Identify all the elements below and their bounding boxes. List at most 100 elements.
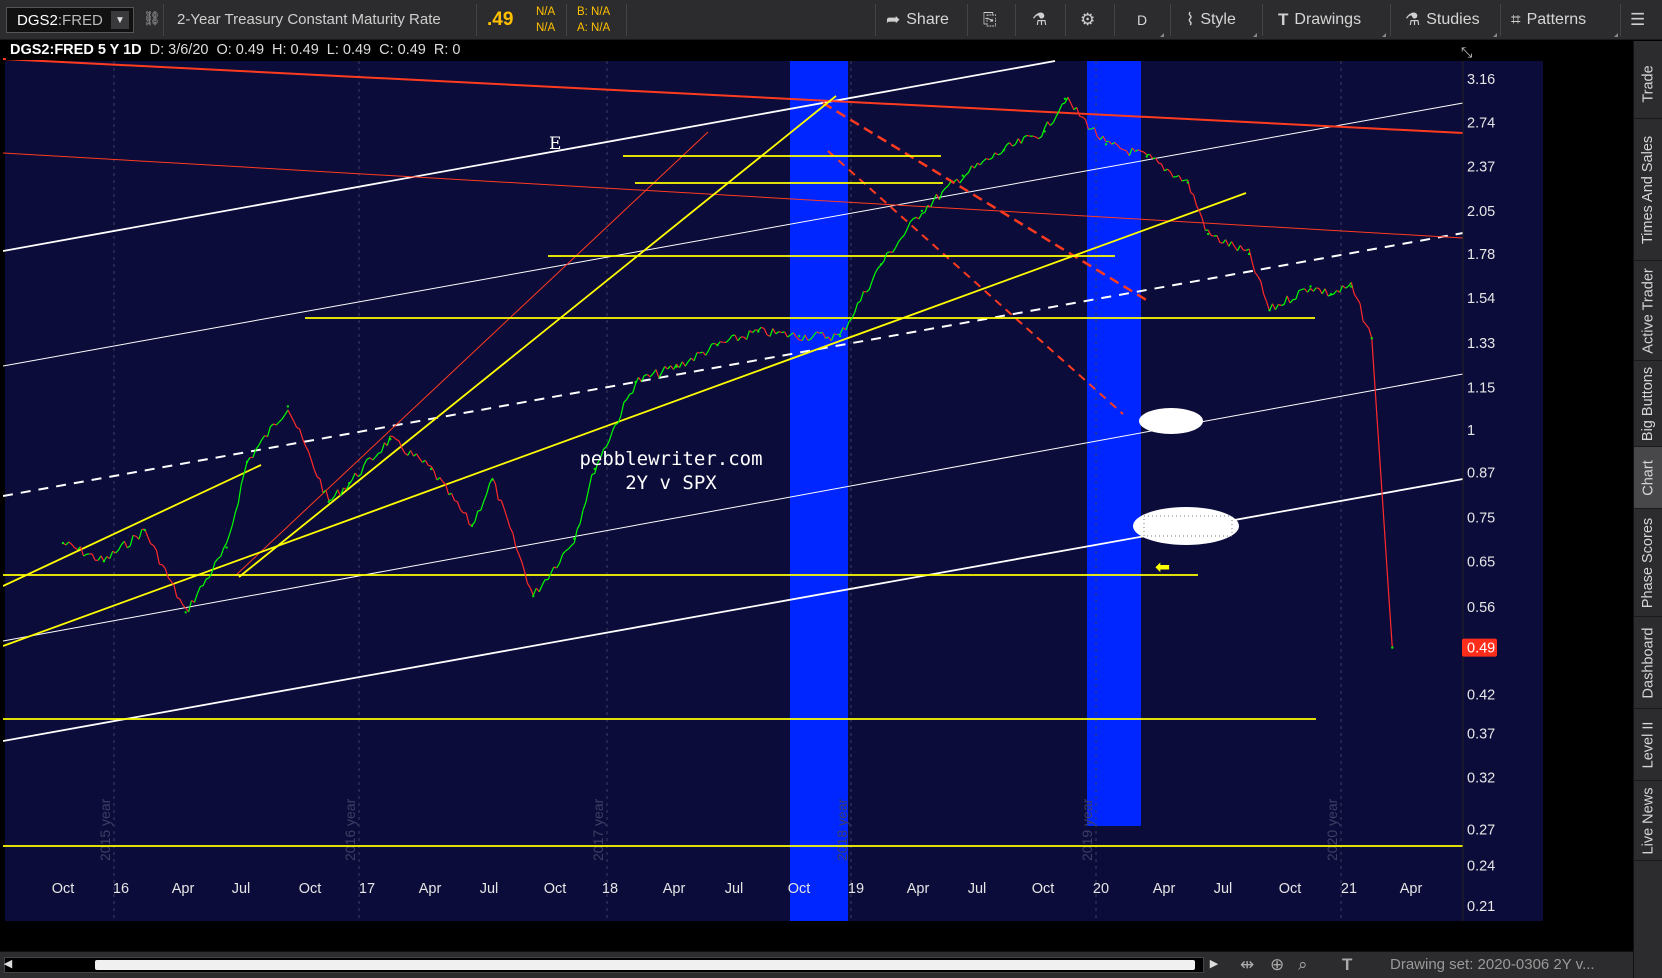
toolbar-divider xyxy=(476,4,477,36)
price-bar xyxy=(755,329,759,332)
price-bar xyxy=(1210,234,1215,237)
year-label: 2017 year xyxy=(590,798,606,861)
flask-button[interactable]: ⚗ xyxy=(1032,0,1047,40)
price-bar xyxy=(1316,287,1320,290)
price-point xyxy=(61,541,65,545)
horizontal-scrollbar[interactable] xyxy=(4,957,1204,973)
share-label: Share xyxy=(906,11,949,28)
price-point xyxy=(532,594,535,598)
label-e: E xyxy=(549,134,561,154)
x-tick-label: Oct xyxy=(788,881,811,897)
y-tick-label: 0.32 xyxy=(1467,771,1495,787)
patterns-label: Patterns xyxy=(1526,11,1587,28)
style-button[interactable]: ⌇ Style xyxy=(1186,0,1236,40)
price-point xyxy=(838,334,842,338)
sidebar-tab-trade[interactable]: Trade xyxy=(1634,49,1662,119)
y-tick-label: 0.87 xyxy=(1467,465,1495,481)
share-icon: ➦ xyxy=(886,10,901,29)
info-high: H: 0.49 xyxy=(272,42,319,58)
price-point xyxy=(429,467,433,471)
x-tick-label: Oct xyxy=(299,881,322,897)
chart-panel[interactable]: 2015 year 2016 year 2017 year 2018 year 2019… xyxy=(3,41,1633,951)
price-bar xyxy=(1219,241,1223,244)
y-tick-label: 0.24 xyxy=(1467,858,1495,874)
sidebar-tab-phase-scores[interactable]: Phase Scores xyxy=(1634,509,1662,617)
price-chart[interactable]: 2015 year 2016 year 2017 year 2018 year 2019… xyxy=(3,41,1633,951)
price-point xyxy=(389,438,392,441)
y-tick-label: 1.78 xyxy=(1467,247,1495,263)
toolbar-divider xyxy=(875,4,876,36)
price-point xyxy=(1002,149,1005,152)
price-point xyxy=(757,330,760,333)
symbol-selector[interactable]: DGS2:FRED ▼ xyxy=(6,7,134,33)
list-menu-icon: ☰ xyxy=(1630,10,1646,29)
x-tick-label: Jul xyxy=(1214,881,1233,897)
zoom-icon[interactable]: ⌕ xyxy=(1298,955,1308,975)
toolbar-divider xyxy=(967,4,968,36)
snapshot-button[interactable]: ⎘ xyxy=(983,0,997,40)
x-tick-label: Apr xyxy=(907,881,930,897)
sidebar-tab-dashboard[interactable]: Dashboard xyxy=(1634,617,1662,709)
aggregation-button[interactable]: D xyxy=(1137,0,1147,40)
price-bar xyxy=(1123,149,1127,152)
ellipse-annotation[interactable] xyxy=(1133,507,1239,545)
toolbar-divider xyxy=(163,4,164,36)
x-tick-label: 20 xyxy=(1093,881,1109,897)
price-bar xyxy=(1079,115,1083,118)
expand-icon[interactable]: ⇹ xyxy=(1240,955,1254,975)
toolbar-divider xyxy=(626,4,627,36)
crosshair-icon[interactable]: ⊕ xyxy=(1270,955,1284,975)
studies-button[interactable]: ⚗ Studies xyxy=(1405,0,1480,40)
y-tick-label: 0.21 xyxy=(1467,899,1495,915)
x-tick-label: 17 xyxy=(359,881,375,897)
price-point xyxy=(1063,97,1067,100)
ohlc-info-bar: DGS2:FRED 5 Y 1D D: 3/6/20 O: 0.49 H: 0.… xyxy=(6,42,465,60)
sidebar-tab-times-and-sales[interactable]: Times And Sales xyxy=(1634,119,1662,261)
text-tool-icon[interactable]: T xyxy=(1342,955,1352,975)
toolbar-divider xyxy=(1065,4,1066,36)
price-point xyxy=(1309,285,1312,288)
drawing-set-label[interactable]: Drawing set: 2020-0306 2Y v... xyxy=(1390,956,1595,973)
y-tick-label: 1.54 xyxy=(1467,291,1495,307)
style-icon: ⌇ xyxy=(1186,10,1195,29)
price-point xyxy=(961,174,964,177)
settings-button[interactable]: ⚙ xyxy=(1080,0,1095,40)
sidebar-tab-big-buttons[interactable]: Big Buttons xyxy=(1634,361,1662,447)
scroll-right-icon[interactable]: ▶ xyxy=(1208,956,1220,972)
price-point xyxy=(1350,285,1353,288)
drawings-button[interactable]: T Drawings xyxy=(1278,0,1361,40)
cursor-tool-icon[interactable]: ⤡ xyxy=(1461,45,1472,61)
menu-button[interactable]: ☰ xyxy=(1630,0,1645,40)
y-tick-label: 2.74 xyxy=(1467,115,1495,131)
link-icon[interactable]: ⛓ xyxy=(143,10,161,30)
highlight-band xyxy=(1087,61,1141,826)
y-tick-label: 0.75 xyxy=(1467,511,1495,527)
symbol-dropdown-icon[interactable]: ▼ xyxy=(111,11,129,29)
toolbar-divider xyxy=(1262,4,1263,36)
toolbar-divider xyxy=(566,4,567,36)
patterns-icon: ⌗ xyxy=(1511,10,1521,29)
year-label: 2019 year xyxy=(1079,798,1095,861)
scrollbar-thumb[interactable] xyxy=(95,960,1195,970)
price-bar xyxy=(159,563,163,566)
ask-price: A: N/A xyxy=(577,22,611,34)
share-button[interactable]: ➦ Share xyxy=(886,0,949,40)
sidebar-tab-live-news[interactable]: Live News xyxy=(1634,781,1662,861)
patterns-button[interactable]: ⌗ Patterns xyxy=(1511,0,1586,40)
camera-icon: ⎘ xyxy=(983,10,997,29)
sidebar-tab-active-trader[interactable]: Active Trader xyxy=(1634,261,1662,361)
x-tick-label: 19 xyxy=(848,881,864,897)
y-tick-label: 0.37 xyxy=(1467,726,1495,742)
style-label: Style xyxy=(1200,11,1236,28)
x-tick-label: Oct xyxy=(1032,881,1055,897)
sidebar-tab-chart[interactable]: Chart xyxy=(1634,447,1662,509)
y-tick-label: 1.15 xyxy=(1467,380,1495,396)
price-point xyxy=(1186,181,1190,184)
price-point xyxy=(716,344,719,347)
x-tick-label: Oct xyxy=(1279,881,1302,897)
sidebar-tab-level-ii[interactable]: Level II xyxy=(1634,709,1662,781)
scroll-left-icon[interactable]: ◀ xyxy=(2,956,14,972)
price-point xyxy=(1370,337,1374,340)
top-toolbar: DGS2:FRED ▼ ⛓ 2-Year Treasury Constant M… xyxy=(0,0,1662,40)
price-bar xyxy=(921,212,925,214)
